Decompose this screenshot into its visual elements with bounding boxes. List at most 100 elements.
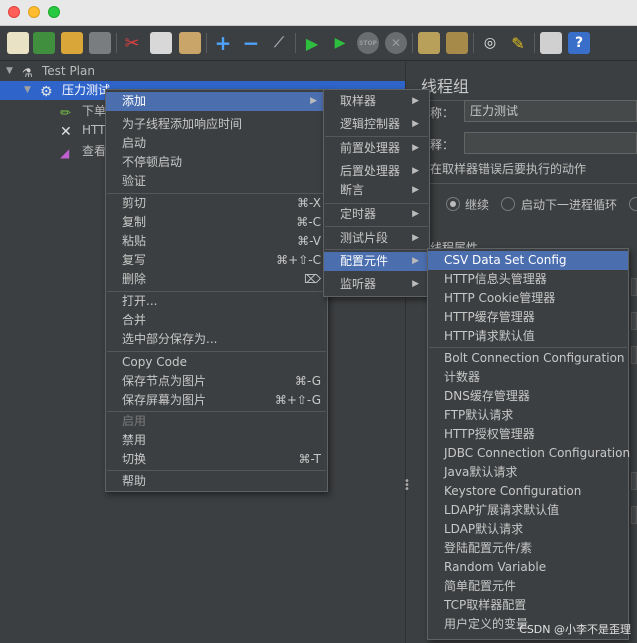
menu-item-duplicate[interactable]: 复写 ⌘+⇧-C	[106, 251, 327, 270]
config-item[interactable]: HTTP请求默认值	[428, 327, 628, 346]
start-icon[interactable]: ▶	[301, 32, 323, 54]
chevron-right-icon: ▶	[412, 166, 419, 176]
menu-item-add-response-time[interactable]: 为子线程添加响应时间	[106, 115, 327, 134]
chevron-right-icon: ▶	[412, 119, 419, 129]
toggle-icon[interactable]: ⟋	[268, 32, 290, 54]
chevron-right-icon: ▶	[412, 185, 419, 195]
search-icon[interactable]: ◎	[479, 32, 501, 54]
error-action-label: 在取样器错误后要执行的动作	[430, 162, 587, 176]
help-icon[interactable]: ?	[568, 32, 590, 54]
tree-item-child[interactable]: ✏ 下单	[0, 102, 120, 121]
menu-item-paste[interactable]: 粘贴 ⌘-V	[106, 232, 327, 251]
save-icon[interactable]	[89, 32, 111, 54]
config-item[interactable]: HTTP Cookie管理器	[428, 289, 628, 308]
tree-item-child[interactable]: ◢ 查看	[0, 142, 120, 161]
radio-next-loop[interactable]	[501, 197, 515, 211]
reset-search-icon[interactable]: ✎	[507, 32, 529, 54]
paste-icon[interactable]	[179, 32, 201, 54]
submenu-item-test-fragment[interactable]: 测试片段 ▶	[324, 229, 429, 248]
field-stub[interactable]	[631, 472, 637, 490]
menu-item-disable[interactable]: 禁用	[106, 431, 327, 450]
add-submenu: 取样器 ▶ 逻辑控制器 ▶ 前置处理器 ▶ 后置处理器 ▶ 断言 ▶ 定时器 ▶ 测试片段 ▶…	[323, 89, 430, 297]
stop-icon[interactable]: STOP	[357, 32, 379, 54]
cut-icon[interactable]: ✂	[121, 32, 143, 54]
config-item[interactable]: FTP默认请求	[428, 406, 628, 425]
clear-all-icon[interactable]	[446, 32, 468, 54]
radio-continue[interactable]	[446, 197, 460, 211]
chevron-right-icon: ▶	[412, 233, 419, 243]
radio-stop-thread[interactable]	[629, 197, 637, 211]
submenu-item-config-element[interactable]: 配置元件 ▶	[324, 252, 429, 271]
submenu-item-timer[interactable]: 定时器 ▶	[324, 205, 429, 224]
config-item[interactable]: HTTP信息头管理器	[428, 270, 628, 289]
config-item[interactable]: LDAP扩展请求默认值	[428, 501, 628, 520]
copy-icon[interactable]	[150, 32, 172, 54]
close-window-button[interactable]	[8, 6, 20, 18]
submenu-item-listener[interactable]: 监听器 ▶	[324, 275, 429, 294]
menu-item-add[interactable]: 添加 ▶	[106, 92, 327, 111]
chart-icon: ◢	[60, 146, 70, 160]
field-stub[interactable]	[631, 278, 637, 296]
config-element-submenu: CSV Data Set Config HTTP信息头管理器 HTTP Cook…	[427, 248, 630, 640]
function-helper-icon[interactable]	[540, 32, 562, 54]
config-item[interactable]: Random Variable	[428, 558, 628, 577]
watermark: CSDN @小李不是歪理	[519, 623, 631, 636]
config-item[interactable]: Keystore Configuration	[428, 482, 628, 501]
config-item[interactable]: HTTP缓存管理器	[428, 308, 628, 327]
menu-item-save-screen-image[interactable]: 保存屏幕为图片 ⌘+⇧-G	[106, 391, 327, 410]
config-item[interactable]: Java默认请求	[428, 463, 628, 482]
field-stub[interactable]	[631, 312, 637, 330]
menu-item-copy-code[interactable]: Copy Code	[106, 353, 327, 372]
menu-item-validate[interactable]: 验证	[106, 172, 327, 191]
config-item[interactable]: Bolt Connection Configuration	[428, 349, 628, 368]
config-item[interactable]: TCP取样器配置	[428, 596, 628, 615]
clear-icon[interactable]	[418, 32, 440, 54]
field-stub[interactable]	[631, 346, 637, 364]
config-item[interactable]: LDAP默认请求	[428, 520, 628, 539]
submenu-item-post-processor[interactable]: 后置处理器 ▶	[324, 162, 429, 181]
submenu-item-sampler[interactable]: 取样器 ▶	[324, 92, 429, 111]
menu-item-help[interactable]: 帮助	[106, 472, 327, 491]
shutdown-icon[interactable]: ✕	[385, 32, 407, 54]
field-stub[interactable]	[631, 506, 637, 524]
config-item[interactable]: JDBC Connection Configuration	[428, 444, 630, 463]
chevron-right-icon: ▶	[412, 143, 419, 153]
tree-item-child[interactable]: ✕ HTTP	[0, 121, 120, 140]
start-no-pause-icon[interactable]: ▶	[329, 32, 351, 54]
menu-item-save-node-image[interactable]: 保存节点为图片 ⌘-G	[106, 372, 327, 391]
expand-icon[interactable]: +	[212, 31, 234, 55]
name-input[interactable]: 压力测试	[464, 100, 637, 122]
menu-item-copy[interactable]: 复制 ⌘-C	[106, 213, 327, 232]
tree-item-test-plan[interactable]: ▼ ⚗ Test Plan	[0, 62, 405, 81]
comment-input[interactable]	[464, 132, 637, 154]
menu-item-cut[interactable]: 剪切 ⌘-X	[106, 194, 327, 213]
zoom-window-button[interactable]	[48, 6, 60, 18]
config-item[interactable]: HTTP授权管理器	[428, 425, 628, 444]
menu-item-toggle[interactable]: 切换 ⌘-T	[106, 450, 327, 469]
submenu-item-assertion[interactable]: 断言 ▶	[324, 181, 429, 200]
menu-item-start[interactable]: 启动	[106, 134, 327, 153]
menu-item-enable: 启用	[122, 414, 147, 428]
comment-label: 释：	[430, 138, 455, 152]
menu-item-delete[interactable]: 删除 ⌦	[106, 270, 327, 289]
menu-item-open[interactable]: 打开...	[106, 292, 327, 311]
minimize-window-button[interactable]	[28, 6, 40, 18]
chevron-right-icon: ▶	[412, 279, 419, 289]
submenu-item-pre-processor[interactable]: 前置处理器 ▶	[324, 139, 429, 158]
collapse-icon[interactable]: −	[240, 31, 262, 55]
config-item[interactable]: DNS缓存管理器	[428, 387, 628, 406]
templates-icon[interactable]	[33, 32, 55, 54]
menu-item-merge[interactable]: 合并	[106, 311, 327, 330]
menu-item-save-selection[interactable]: 选中部分保存为...	[106, 330, 327, 349]
config-item[interactable]: 登陆配置元件/素	[428, 539, 628, 558]
chevron-right-icon: ▶	[412, 209, 419, 219]
config-item[interactable]: 计数器	[428, 368, 628, 387]
config-item[interactable]: CSV Data Set Config	[428, 251, 628, 270]
config-item[interactable]: 简单配置元件	[428, 577, 628, 596]
new-icon[interactable]	[7, 32, 29, 54]
open-icon[interactable]	[61, 32, 83, 54]
menu-item-start-no-pause[interactable]: 不停顿启动	[106, 153, 327, 172]
toolbar: ✂ + − ⟋ ▶ ▶ STOP ✕ ◎ ✎ ?	[0, 27, 637, 61]
chevron-right-icon: ▶	[412, 256, 419, 266]
submenu-item-logic-controller[interactable]: 逻辑控制器 ▶	[324, 115, 429, 134]
